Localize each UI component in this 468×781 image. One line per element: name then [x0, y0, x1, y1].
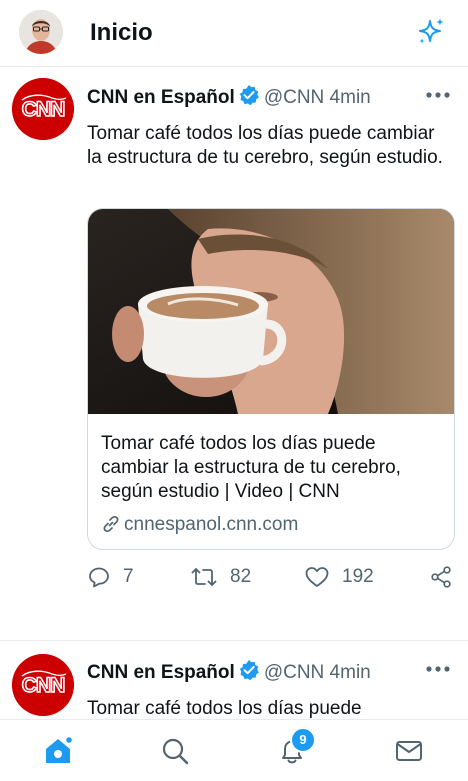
bottom-navigation: 9: [0, 719, 468, 781]
tweet-actions: 7 82 192: [0, 562, 468, 592]
sparkle-icon[interactable]: [414, 15, 448, 49]
home-tab[interactable]: [43, 735, 74, 766]
search-icon: [162, 738, 189, 765]
tweet-header: CNN en Español @CNN 4min: [87, 659, 371, 685]
retweet-count: 82: [230, 566, 252, 587]
page-title: Inicio: [90, 19, 153, 46]
user-avatar-icon: [19, 10, 63, 54]
heart-icon: [305, 567, 329, 587]
user-avatar[interactable]: [19, 10, 63, 54]
link-card[interactable]: Tomar café todos los días puede cambiar …: [87, 208, 455, 550]
verified-badge-icon: [238, 84, 260, 106]
top-header: Inicio: [0, 0, 468, 67]
reply-count: 7: [123, 566, 134, 587]
link-icon: [103, 515, 119, 533]
messages-tab[interactable]: [394, 736, 424, 766]
cnn-logo-icon: CNN: [12, 78, 74, 140]
tweet-timestamp[interactable]: 4min: [330, 662, 371, 683]
tweet-timestamp[interactable]: 4min: [330, 87, 371, 108]
author-handle[interactable]: @CNN: [264, 87, 324, 108]
cnn-logo-avatar[interactable]: CNN: [12, 78, 74, 140]
share-button[interactable]: [429, 562, 465, 592]
like-count: 192: [342, 566, 374, 587]
mail-icon: [396, 741, 422, 761]
author-handle[interactable]: @CNN: [264, 662, 324, 683]
card-image: [88, 209, 454, 414]
tweet-text: Tomar café todos los días puede cambiar …: [87, 123, 443, 168]
like-button[interactable]: 192: [304, 562, 374, 592]
search-tab[interactable]: [160, 736, 190, 766]
notifications-badge: 9: [290, 727, 316, 753]
more-options-icon[interactable]: [424, 660, 454, 680]
tweet-text: Tomar café todos los días puede: [87, 698, 362, 719]
cnn-logo-icon: CNN: [12, 654, 74, 716]
svg-text:CNN: CNN: [22, 98, 65, 121]
home-icon: [46, 735, 74, 763]
tweet-header: CNN en Español @CNN 4min: [87, 84, 371, 110]
reply-button[interactable]: 7: [87, 562, 134, 592]
author-name[interactable]: CNN en Español: [87, 87, 235, 108]
reply-icon: [89, 567, 109, 588]
card-title[interactable]: Tomar café todos los días puede cambiar …: [101, 432, 446, 504]
card-domain[interactable]: cnnespanol.cnn.com: [101, 513, 298, 537]
retweet-icon: [191, 568, 217, 586]
tweet-divider: [0, 640, 468, 641]
more-options-icon[interactable]: [424, 86, 454, 106]
share-icon: [431, 566, 451, 588]
cnn-logo-avatar[interactable]: CNN: [12, 654, 74, 716]
author-name[interactable]: CNN en Español: [87, 662, 235, 683]
svg-text:CNN: CNN: [22, 674, 65, 697]
card-domain-text: cnnespanol.cnn.com: [124, 514, 299, 535]
retweet-button[interactable]: 82: [190, 562, 251, 592]
verified-badge-icon: [238, 659, 260, 681]
